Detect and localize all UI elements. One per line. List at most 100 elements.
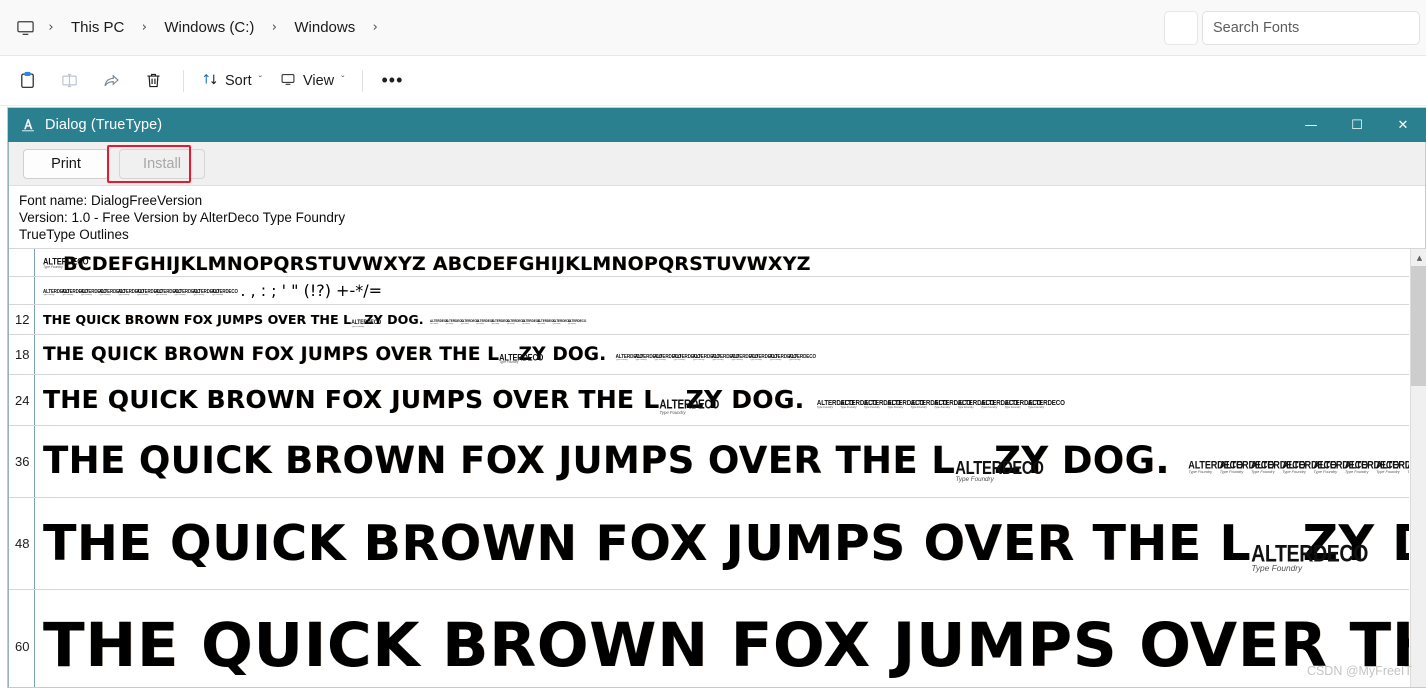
refresh-button[interactable]: [1164, 11, 1198, 45]
more-options-icon[interactable]: •••: [372, 63, 412, 99]
this-pc-icon: [10, 13, 40, 43]
watermark-glyph: ALTERDECOType Foundry: [659, 401, 685, 415]
dialog-button-strip: Print Install: [9, 142, 1425, 186]
watermark-glyph: ALTERDECOType Foundry: [1188, 461, 1212, 474]
specimen-size-label: 12: [15, 312, 29, 327]
specimen-text: THE QUICK BROWN FOX JUMPS OVER THE L: [43, 515, 1251, 572]
watermark-glyph: ALTERDECOType Foundry: [789, 355, 801, 362]
watermark-glyph: ALTERDECOType Foundry: [476, 320, 484, 324]
specimen-text: THE QUICK BROWN FOX JUMPS OVER THE L: [43, 610, 1409, 681]
watermark-glyph: ALTERDECOType Foundry: [731, 355, 743, 362]
breadcrumb-chevron-3: ›: [364, 18, 386, 38]
sort-label: Sort: [225, 73, 252, 89]
watermark-glyph: ALTERDECOType Foundry: [137, 290, 149, 296]
specimen-pangram: THE QUICK BROWN FOX JUMPS OVER THE LALTE…: [43, 515, 1409, 573]
breadcrumb-chevron-0: ›: [40, 18, 62, 38]
specimen-size-label: 24: [15, 393, 29, 408]
sort-button[interactable]: Sort ˇ: [193, 63, 271, 99]
watermark-glyph: ALTERDECOType Foundry: [1004, 401, 1020, 410]
specimen-row-24: 24THE QUICK BROWN FOX JUMPS OVER THE LAL…: [9, 375, 1409, 426]
watermark-glyph: ALTERDECOType Foundry: [840, 401, 856, 410]
watermark-glyph: ALTERDECOType Foundry: [174, 290, 186, 296]
watermark-digit-run: ALTERDECOType Foundry ALTERDECOType Found…: [817, 395, 1052, 413]
command-bar: Sort ˇ View ˇ •••: [0, 56, 1426, 106]
watermark-glyph: ALTERDECOType Foundry: [673, 355, 685, 362]
font-name-text: Font name: DialogFreeVersion: [19, 192, 1425, 209]
watermark-glyph: ALTERDECOType Foundry: [537, 320, 545, 324]
watermark-glyph: ALTERDECOType Foundry: [118, 290, 130, 296]
watermark-glyph: ALTERDECOType Foundry: [750, 355, 762, 362]
watermark-glyph: ALTERDECOType Foundry: [461, 320, 469, 324]
watermark-glyph: ALTERDECOType Foundry: [981, 401, 997, 410]
watermark-digit-run: ALTERDECOType Foundry ALTERDECOType Found…: [616, 347, 808, 365]
breadcrumb[interactable]: › This PC › Windows (C:) › Windows ›: [4, 8, 392, 48]
view-button[interactable]: View ˇ: [271, 63, 354, 99]
watermark-glyph: ALTERDECOType Foundry: [62, 290, 74, 296]
specimen-pangram: THE QUICK BROWN FOX JUMPS OVER THE LALTE…: [43, 311, 583, 329]
watermark-glyph: ALTERDECOType Foundry: [911, 401, 927, 410]
font-specimen-area: ALTERDECOType FoundryBCDEFGHIJKLMNOPQRST…: [9, 249, 1426, 687]
watermark-glyph: ALTERDECOType Foundry: [616, 355, 628, 362]
sort-icon: [202, 71, 218, 91]
specimen-scrollbar[interactable]: ▲: [1410, 249, 1426, 687]
watermark-glyph: ALTERDECOType Foundry: [1251, 461, 1275, 474]
specimen-row-36: 36THE QUICK BROWN FOX JUMPS OVER THE LAL…: [9, 426, 1409, 498]
paste-icon[interactable]: [6, 63, 48, 99]
watermark-glyph: ALTERDECOType Foundry: [80, 290, 92, 296]
watermark-glyph: ALTERDECOType Foundry: [552, 320, 560, 324]
watermark-glyph: ALTERDECOType Foundry: [654, 355, 666, 362]
breadcrumb-item-windows[interactable]: Windows: [285, 14, 364, 42]
specimen-size-label: 48: [15, 536, 29, 551]
specimen-pangram: THE QUICK BROWN FOX JUMPS OVER THE LALTE…: [43, 610, 1409, 682]
watermark-glyph: ALTERDECOType Foundry: [491, 320, 499, 324]
maximize-button[interactable]: ☐: [1334, 108, 1380, 142]
watermark-glyph: ALTERDECOType Foundry: [445, 320, 453, 324]
delete-icon[interactable]: [132, 63, 174, 99]
maximize-icon: ☐: [1351, 119, 1363, 132]
chevron-down-icon: ˇ: [259, 75, 262, 86]
specimen-text: THE QUICK BROWN FOX JUMPS OVER THE L: [43, 344, 499, 365]
dialog-title-bar[interactable]: Dialog (TrueType) — ☐ ✕: [8, 108, 1426, 142]
chevron-down-icon: ˇ: [341, 75, 344, 86]
file-explorer-window: › This PC › Windows (C:) › Windows › Sea…: [0, 0, 1426, 684]
font-outlines-text: TrueType Outlines: [19, 226, 1425, 243]
specimen-row-48: 48 THE QUICK BROWN FOX JUMPS OVER THE LAL…: [9, 498, 1409, 590]
watermark-glyph: ALTERDECOType Foundry: [635, 355, 647, 362]
specimen-size-label: 36: [15, 454, 29, 469]
watermark-glyph: ALTERDECOType Foundry: [568, 320, 576, 324]
search-input[interactable]: Search Fonts: [1202, 11, 1420, 45]
install-button: Install: [119, 149, 205, 179]
share-icon[interactable]: [90, 63, 132, 99]
watermark-glyph: ALTERDECOType Foundry: [1407, 461, 1409, 474]
font-version-text: Version: 1.0 - Free Version by AlterDeco…: [19, 209, 1425, 226]
watermark-glyph: ALTERDECOType Foundry: [1028, 401, 1044, 410]
watermark-glyph: ALTERDECOType Foundry: [1220, 461, 1244, 474]
watermark-glyph: ALTERDECOType Foundry: [212, 290, 224, 296]
minimize-button[interactable]: —: [1288, 108, 1334, 142]
watermark-glyph: ALTERDECOType Foundry: [955, 462, 994, 483]
watermark-glyph: ALTERDECOType Foundry: [934, 401, 950, 410]
watermark-glyph: ALTERDECOType Foundry: [1251, 545, 1302, 573]
watermark-glyph: ALTERDECOType Foundry: [693, 355, 705, 362]
dialog-title: Dialog (TrueType): [45, 117, 162, 133]
specimen-pangram: THE QUICK BROWN FOX JUMPS OVER THE LALTE…: [43, 385, 1051, 415]
watermark-glyph: ALTERDECOType Foundry: [193, 290, 205, 296]
watermark-glyph: ALTERDECOType Foundry: [430, 320, 438, 324]
watermark-glyph: ALTERDECOType Foundry: [499, 354, 518, 365]
watermark-glyph: ALTERDECOType Foundry: [351, 321, 364, 328]
breadcrumb-chevron-2: ›: [263, 18, 285, 38]
watermark-glyph: ALTERDECOType Foundry: [712, 355, 724, 362]
watermark-glyph: ALTERDECOType Foundry: [1313, 461, 1337, 474]
specimen-text: THE QUICK BROWN FOX JUMPS OVER THE L: [43, 312, 351, 327]
specimen-text: THE QUICK BROWN FOX JUMPS OVER THE L: [43, 385, 659, 414]
watermark-glyph: ALTERDECOType Foundry: [1376, 461, 1400, 474]
print-button[interactable]: Print: [23, 149, 109, 179]
breadcrumb-item-this-pc[interactable]: This PC: [62, 14, 133, 42]
close-button[interactable]: ✕: [1380, 108, 1426, 142]
scrollbar-thumb[interactable]: [1411, 266, 1426, 386]
watermark-glyph: ALTERDECOType Foundry: [43, 290, 55, 296]
watermark-glyph: ALTERDECOType Foundry: [958, 401, 974, 410]
breadcrumb-item-windows-c[interactable]: Windows (C:): [155, 14, 263, 42]
scroll-up-icon[interactable]: ▲: [1411, 249, 1426, 266]
watermark-glyph: ALTERDECOType Foundry: [817, 401, 833, 410]
